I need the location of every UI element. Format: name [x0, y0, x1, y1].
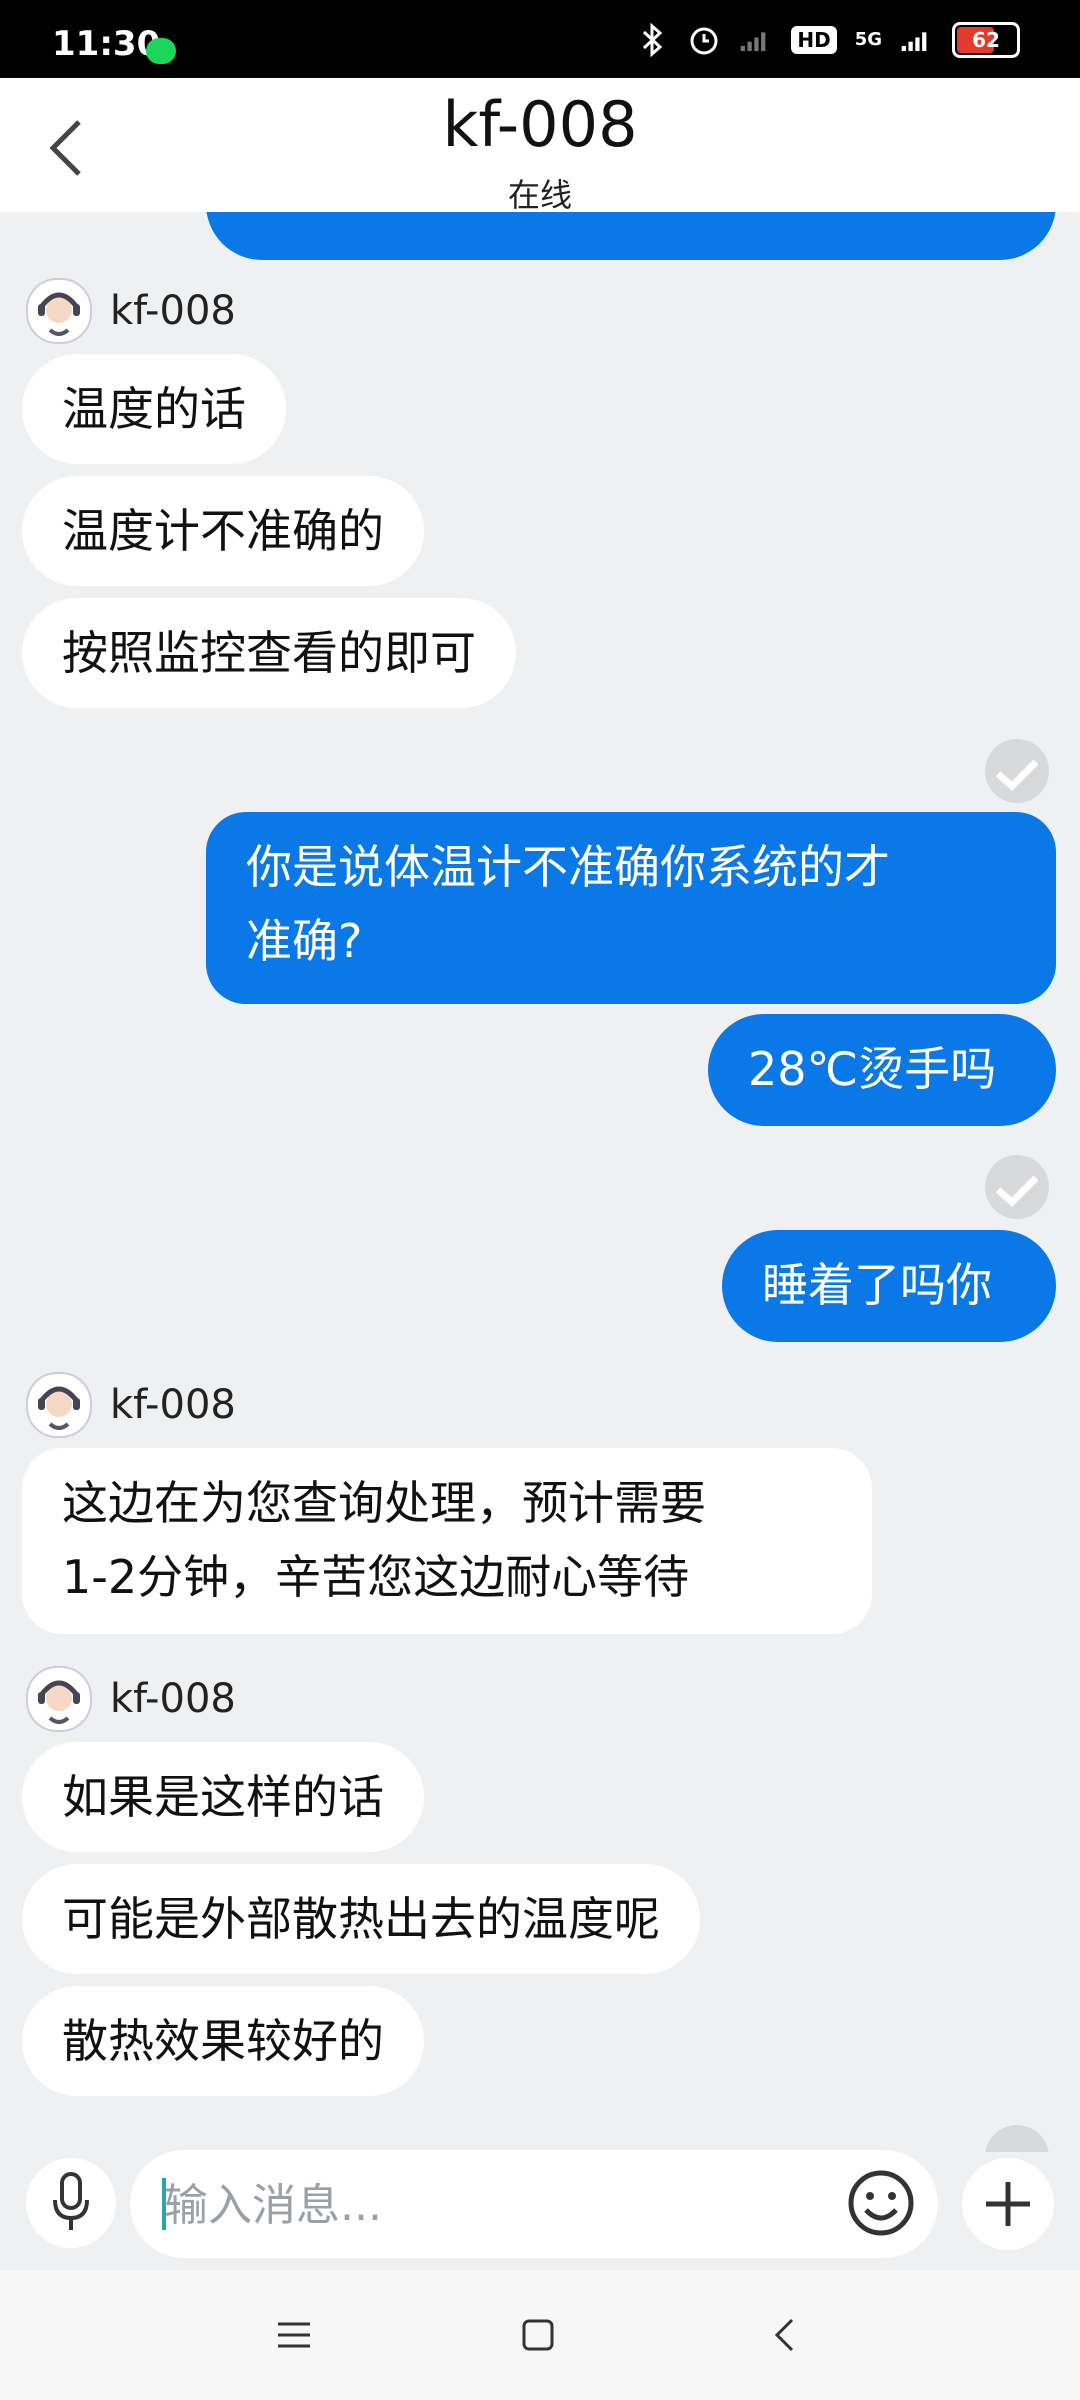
message-text: 睡着了吗你 [762, 1258, 992, 1312]
wechat-notification-icon [146, 38, 176, 64]
sender-name: kf-008 [110, 288, 236, 334]
chat-header: kf-008 在线 [0, 78, 1080, 214]
contact-name: kf-008 [442, 88, 638, 161]
message-bubble-incoming[interactable]: 散热效果较好的 [22, 1986, 424, 2096]
message-bubble-outgoing[interactable]: 28℃烫手吗 [708, 1014, 1056, 1126]
message-bubble-incoming[interactable]: 这边在为您查询处理，预计需要 1-2分钟，辛苦您这边耐心等待 [22, 1448, 872, 1634]
agent-avatar-icon [26, 1372, 92, 1438]
status-time: 11:30 [52, 24, 161, 64]
read-receipt-icon [985, 1155, 1049, 1219]
message-text: 温度的话 [62, 382, 246, 436]
sender-name: kf-008 [110, 1676, 236, 1722]
voice-input-button[interactable] [26, 2158, 116, 2248]
message-input-field[interactable] [130, 2150, 938, 2258]
chevron-left-icon [774, 2318, 794, 2352]
message-text: 你是说体温计不准确你系统的才 [246, 840, 890, 894]
message-text: 这边在为您查询处理，预计需要 [62, 1476, 706, 1530]
message-sender: kf-008 [26, 278, 236, 344]
message-text: 28℃烫手吗 [748, 1042, 997, 1096]
network-type: 5G [854, 29, 882, 50]
cell-signal-icon [900, 23, 934, 57]
message-text: 按照监控查看的即可 [62, 626, 476, 680]
message-bubble-incoming[interactable]: 可能是外部散热出去的温度呢 [22, 1864, 700, 1974]
message-text: 准确? [246, 914, 363, 968]
home-square-icon [522, 2319, 554, 2351]
message-sender: kf-008 [26, 1666, 236, 1732]
menu-icon [278, 2322, 310, 2348]
message-bubble-incoming[interactable]: 温度的话 [22, 354, 286, 464]
emoji-button[interactable] [846, 2168, 916, 2238]
message-list[interactable]: kf-008 温度的话 温度计不准确的 按照监控查看的即可 你是说体温计不准确你… [0, 212, 1080, 2152]
message-bubble-incoming[interactable]: 温度计不准确的 [22, 476, 424, 586]
read-receipt-icon [985, 739, 1049, 803]
more-actions-button[interactable] [962, 2158, 1054, 2250]
composer-bar [0, 2150, 1080, 2270]
status-icons: HD 5G 62 [635, 18, 1020, 62]
back-nav-button[interactable] [754, 2310, 814, 2360]
message-text: 如果是这样的话 [62, 1770, 384, 1824]
hd-badge: HD [791, 26, 837, 54]
home-nav-button[interactable] [508, 2310, 568, 2360]
agent-avatar-icon [26, 1666, 92, 1732]
agent-avatar-icon [26, 278, 92, 344]
message-bubble-incoming[interactable]: 如果是这样的话 [22, 1742, 424, 1852]
message-text: 可能是外部散热出去的温度呢 [62, 1892, 660, 1946]
bluetooth-icon [635, 23, 669, 57]
message-bubble-outgoing[interactable]: 睡着了吗你 [722, 1230, 1056, 1342]
message-input[interactable] [162, 2174, 846, 2236]
plus-icon [986, 2182, 1030, 2226]
sender-name: kf-008 [110, 1382, 236, 1428]
microphone-icon [53, 2172, 89, 2230]
message-text: 散热效果较好的 [62, 2014, 384, 2068]
message-sender: kf-008 [26, 1372, 236, 1438]
read-receipt-icon [985, 2125, 1049, 2152]
message-text: 温度计不准确的 [62, 504, 384, 558]
status-bar: 11:30 HD 5G 62 [0, 0, 1080, 78]
message-bubble-outgoing[interactable]: 你是说体温计不准确你系统的才 准确? [206, 812, 1056, 1004]
battery-level: 62 [972, 28, 1000, 52]
message-bubble-incoming[interactable]: 按照监控查看的即可 [22, 598, 516, 708]
message-bubble-outgoing[interactable] [206, 212, 1056, 260]
message-text: 1-2分钟，辛苦您这边耐心等待 [62, 1550, 690, 1604]
menu-nav-button[interactable] [264, 2310, 324, 2360]
system-nav-bar [0, 2270, 1080, 2400]
wifi-signal-icon [739, 23, 773, 57]
battery-icon: 62 [952, 22, 1020, 58]
alarm-icon [687, 23, 721, 57]
online-status: 在线 [507, 176, 572, 214]
text-cursor [162, 2178, 166, 2230]
